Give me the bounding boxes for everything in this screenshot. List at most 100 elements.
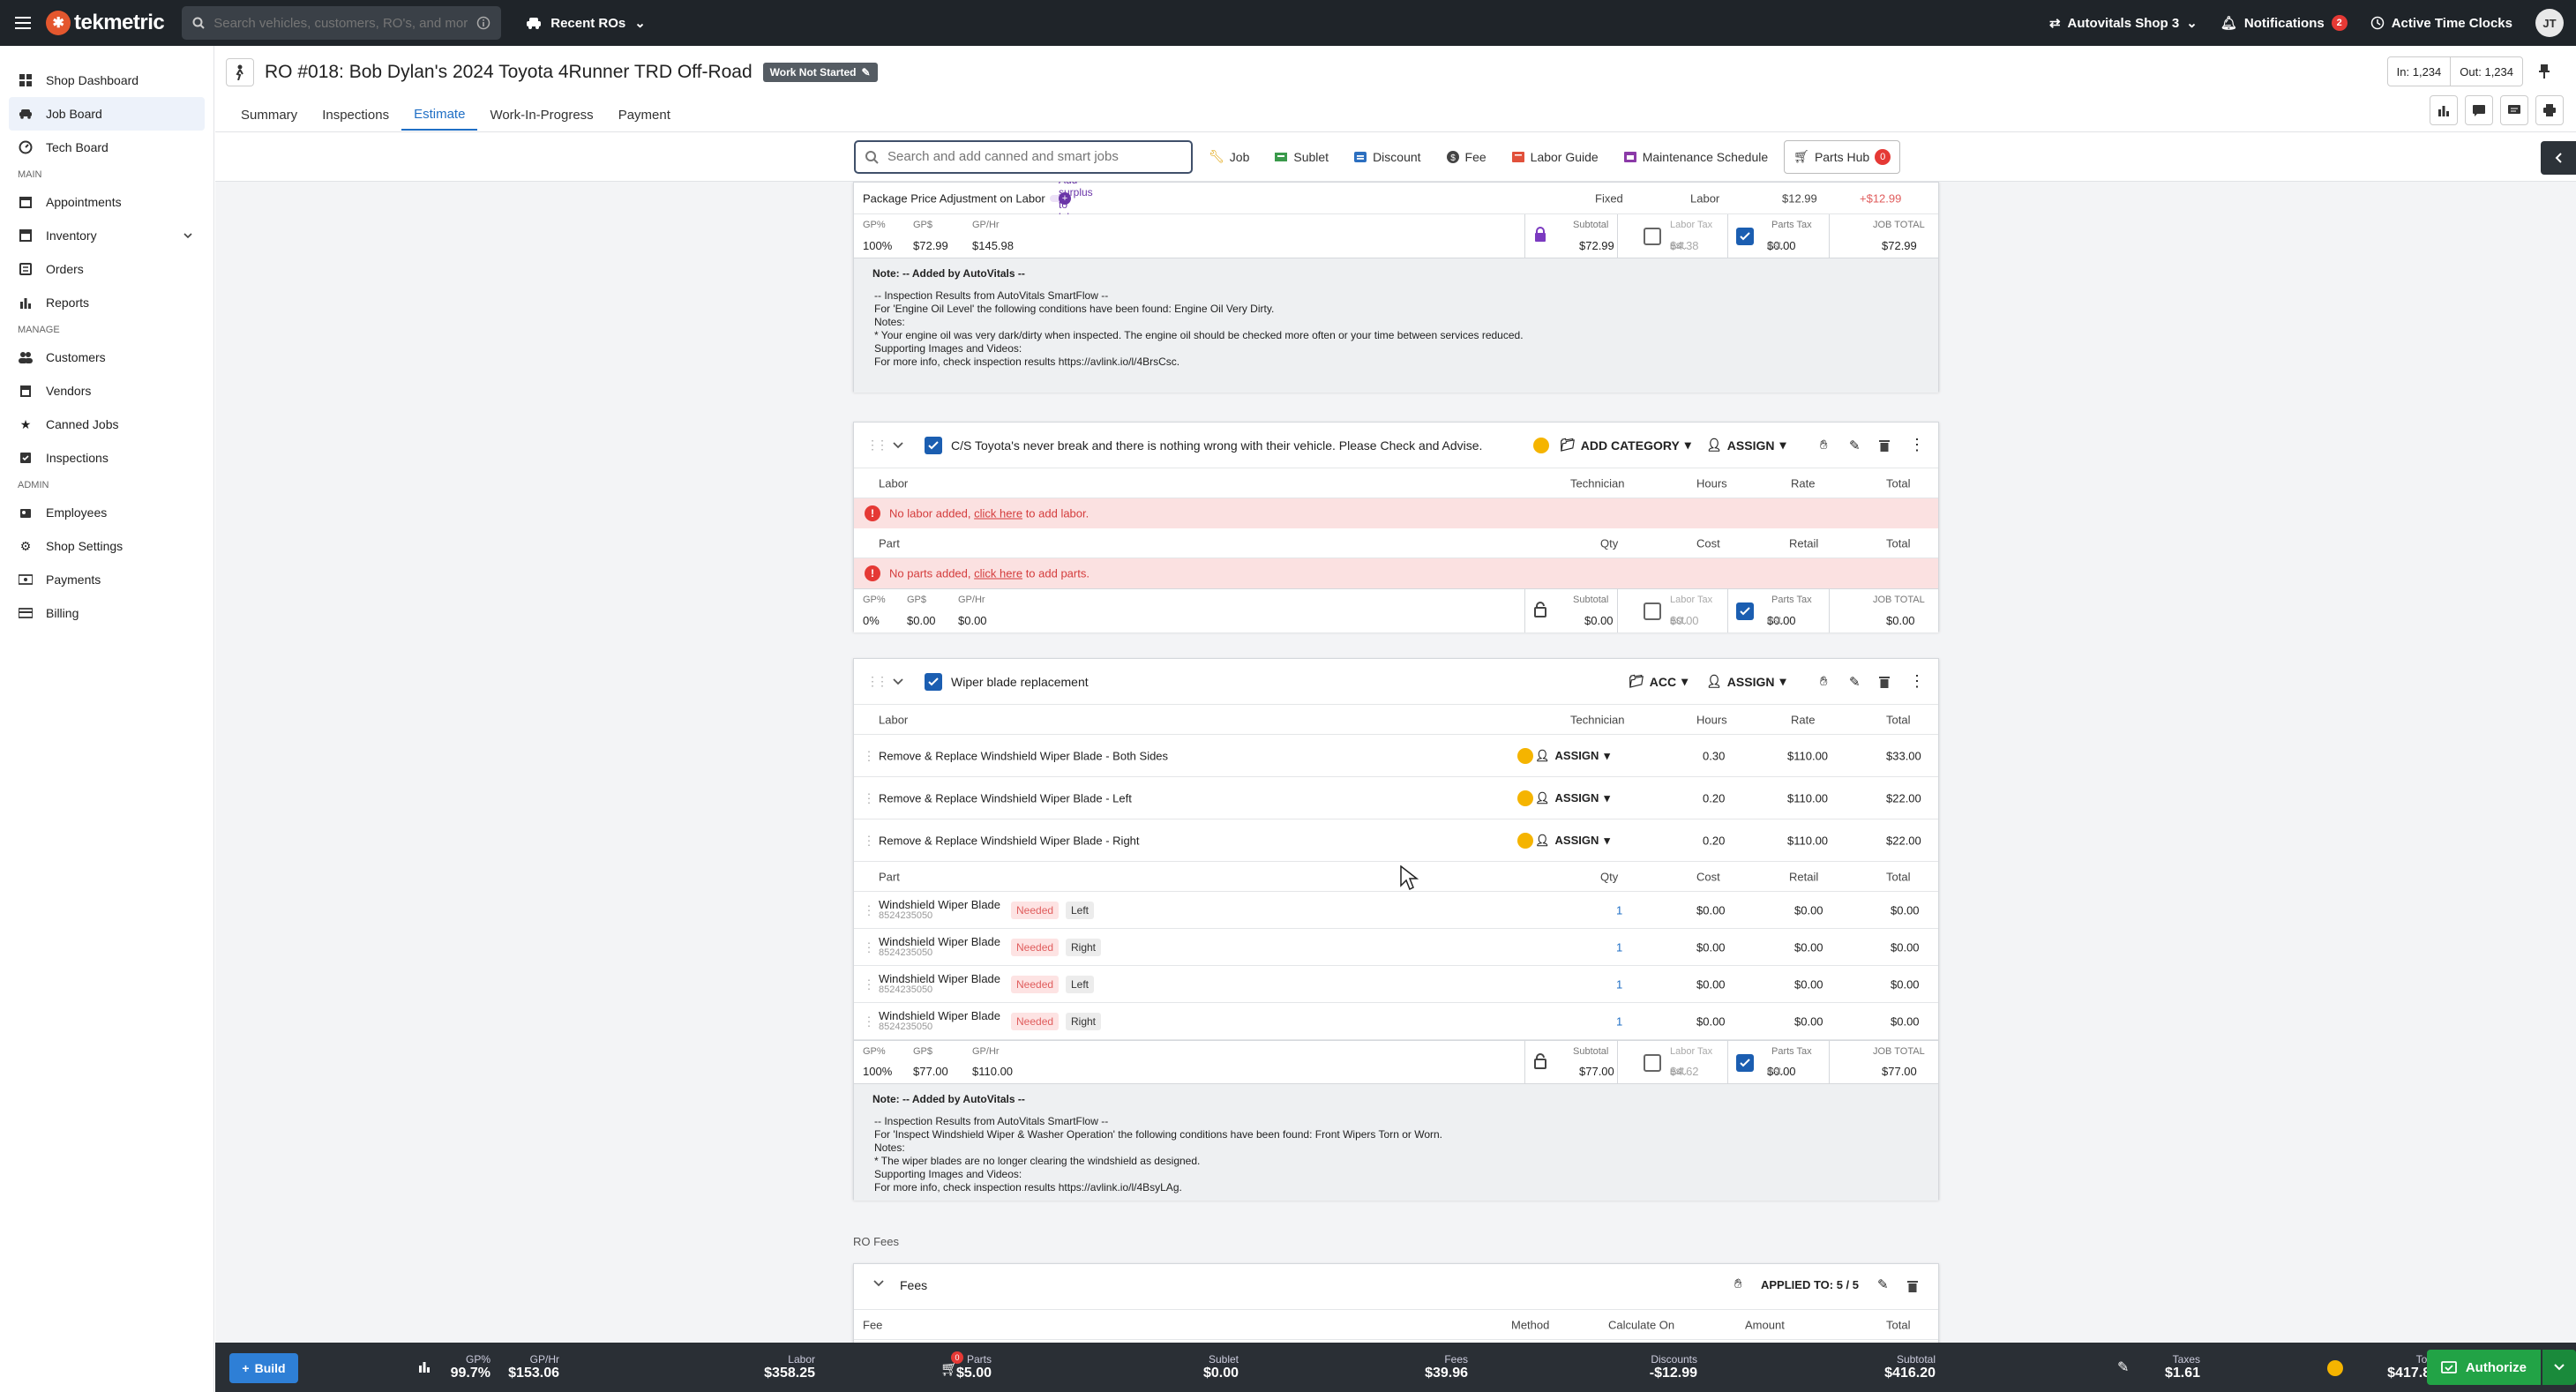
hand-icon[interactable]: ✋︎ [1820,674,1828,689]
person-walking-icon[interactable] [226,58,254,86]
status-coin-icon[interactable] [2327,1360,2343,1376]
sidebar-item-customers[interactable]: Customers [9,341,205,374]
parts-hub-button[interactable]: 🛒︎ Parts Hub 0 [1784,139,1901,174]
job-search[interactable] [854,139,1193,174]
hand-icon[interactable]: ✋︎ [1734,1276,1742,1291]
add-job-button[interactable]: 🔧︎ Job [1200,140,1258,174]
chevron-down-icon[interactable] [183,233,192,238]
parts-tax-checkbox[interactable] [1736,228,1754,245]
authorize-button[interactable]: Authorize [2426,1350,2541,1385]
drag-handle-icon[interactable]: ⋮ [863,833,875,848]
job-select-checkbox[interactable] [925,673,942,691]
sidebar-item-shop-dashboard[interactable]: Shop Dashboard [9,64,205,97]
drag-handle-icon[interactable]: ⋮ [863,939,875,954]
drag-handle-icon[interactable]: ⋮ [863,1014,875,1029]
part-qty[interactable]: 1 [1616,940,1622,954]
avatar[interactable]: JT [2535,9,2564,37]
assign-technician-button[interactable]: 👤︎ ASSIGN ▾ [1535,834,1610,848]
edit-icon[interactable]: ✎ [1849,674,1861,690]
drag-handle-icon[interactable]: ⋮⋮ [866,674,888,689]
unlock-icon[interactable] [1533,1053,1547,1069]
recent-ros-dropdown[interactable]: Recent ROs ⌄ [526,15,646,31]
job-title[interactable]: Wiper blade replacement [951,675,1089,689]
time-clocks-button[interactable]: Active Time Clocks [2370,16,2512,31]
part-qty[interactable]: 1 [1616,903,1622,917]
add-labor-link[interactable]: click here [974,507,1022,520]
tab-payment[interactable]: Payment [606,99,683,131]
fees-applied-to[interactable]: APPLIED TO: 5 / 5 [1761,1278,1859,1291]
status-coin-icon[interactable] [1517,747,1533,764]
sidebar-item-reports[interactable]: Reports [9,286,205,319]
shop-selector[interactable]: ⇄ Autovitals Shop 3 ⌄ [2049,15,2198,32]
sidebar-item-billing[interactable]: Billing [9,596,205,630]
build-button[interactable]: + Build [229,1353,298,1383]
add-category-button[interactable]: 📁︎ ADD CATEGORY ▾ [1560,438,1691,453]
authorize-dropdown[interactable] [2542,1350,2576,1385]
job-search-input[interactable] [887,149,1179,164]
job-title[interactable]: C/S Toyota's never break and there is no… [951,438,1482,453]
parts-tax-checkbox[interactable] [1736,1054,1754,1072]
labor-tax-checkbox[interactable] [1644,602,1661,620]
print-icon[interactable] [2535,95,2564,125]
labor-row[interactable]: ⋮ Remove & Replace Windshield Wiper Blad… [854,777,1938,819]
part-row[interactable]: ⋮ Windshield Wiper Blade 8524235050 Neede… [854,929,1938,966]
global-search[interactable] [182,6,502,40]
trash-icon[interactable] [1879,439,1890,452]
status-badge[interactable]: Work Not Started ✎ [762,63,878,82]
tab-inspections[interactable]: Inspections [310,99,401,131]
bar-chart-icon[interactable] [2430,95,2458,125]
sidebar-item-inventory[interactable]: Inventory [9,219,205,252]
part-status-badge[interactable]: Needed [1011,1012,1060,1030]
drag-handle-icon[interactable]: ⋮ [863,790,875,805]
bar-chart-icon[interactable] [418,1360,431,1373]
sidebar-item-shop-settings[interactable]: ⚙ Shop Settings [9,529,205,563]
part-status-badge[interactable]: Needed [1011,975,1060,993]
parts-tax-checkbox[interactable] [1736,602,1754,620]
add-discount-button[interactable]: Discount [1344,140,1429,174]
labor-tax-checkbox[interactable] [1644,1054,1661,1072]
tab-work-in-progress[interactable]: Work-In-Progress [477,99,605,131]
labor-row[interactable]: ⋮ Remove & Replace Windshield Wiper Blad… [854,819,1938,862]
chevron-down-icon[interactable] [893,677,903,685]
unlock-icon[interactable] [1533,602,1547,617]
status-coin-icon[interactable] [1533,437,1549,453]
add-parts-link[interactable]: click here [974,567,1022,580]
sidebar-item-orders[interactable]: Orders [9,252,205,286]
assign-button[interactable]: 👤︎ ASSIGN ▾ [1706,674,1786,689]
drag-handle-icon[interactable]: ⋮ [863,977,875,992]
mileage-in-out[interactable]: In: 1,234 Out: 1,234 [2386,56,2523,86]
part-status-badge[interactable]: Needed [1011,938,1060,956]
drag-handle-icon[interactable]: ⋮ [863,902,875,917]
labor-row[interactable]: ⋮ Remove & Replace Windshield Wiper Blad… [854,735,1938,777]
tab-estimate[interactable]: Estimate [401,99,478,131]
status-coin-icon[interactable] [1517,790,1533,806]
labor-tax-checkbox[interactable] [1644,228,1661,245]
part-qty[interactable]: 1 [1616,977,1622,991]
assign-technician-button[interactable]: 👤︎ ASSIGN ▾ [1535,749,1610,763]
info-icon[interactable] [476,16,490,30]
notifications-button[interactable]: 🔔︎ Notifications 2 [2220,15,2348,31]
sidebar-item-employees[interactable]: Employees [9,496,205,529]
sidebar-item-appointments[interactable]: Appointments [9,185,205,219]
sidebar-item-canned-jobs[interactable]: ★ Canned Jobs [9,408,205,441]
sidebar-item-payments[interactable]: Payments [9,563,205,596]
edit-icon[interactable]: ✎ [1877,1276,1889,1292]
tab-summary[interactable]: Summary [228,99,310,131]
more-vert-icon[interactable]: ⋮ [1909,672,1925,691]
job-select-checkbox[interactable] [925,437,942,454]
logo[interactable]: ✱ tekmetric [46,11,165,35]
part-qty[interactable]: 1 [1616,1014,1622,1028]
menu-icon[interactable] [0,0,46,46]
sidebar-item-inspections[interactable]: Inspections [9,441,205,475]
sidebar-item-tech-board[interactable]: Tech Board [9,131,205,164]
sidebar-item-job-board[interactable]: Job Board [9,97,205,131]
chat-icon[interactable] [2500,95,2528,125]
part-row[interactable]: ⋮ Windshield Wiper Blade 8524235050 Neede… [854,966,1938,1003]
drag-handle-icon[interactable]: ⋮⋮ [866,438,888,453]
maintenance-schedule-button[interactable]: Maintenance Schedule [1614,140,1777,174]
assign-technician-button[interactable]: 👤︎ ASSIGN ▾ [1535,791,1610,805]
add-surplus-button[interactable]: +Add surplus to labor [1050,182,1093,223]
part-row[interactable]: ⋮ Windshield Wiper Blade 8524235050 Neede… [854,1003,1938,1040]
chevron-down-icon[interactable] [893,441,903,449]
trash-icon[interactable] [1879,676,1890,688]
